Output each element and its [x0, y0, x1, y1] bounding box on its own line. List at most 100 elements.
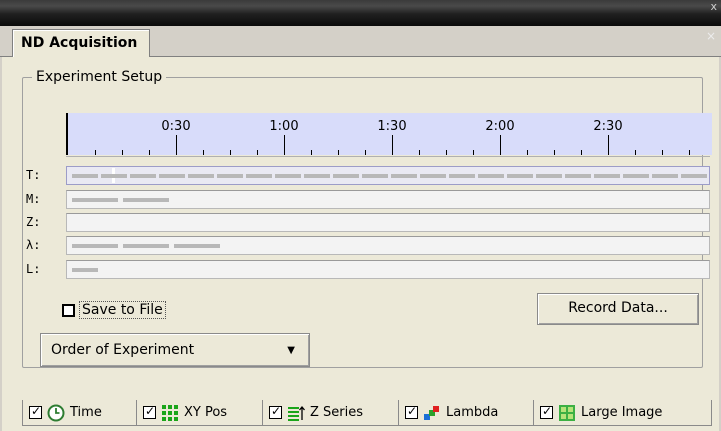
row-label-t: T:	[26, 168, 41, 182]
track-segment	[246, 174, 272, 178]
timeline-label: 1:30	[377, 119, 407, 134]
large-image-enable-checkbox[interactable]: ✓	[540, 404, 553, 419]
time-enable-checkbox[interactable]: ✓	[29, 404, 42, 419]
window-titlebar: x	[0, 0, 721, 26]
tab-z-series-label: Z Series	[310, 405, 364, 420]
track-segment	[72, 244, 118, 248]
track-lambda[interactable]	[66, 236, 710, 255]
timeline-tick	[500, 135, 501, 155]
large-image-icon	[559, 404, 575, 421]
track-segment	[565, 174, 591, 178]
timeline-tick	[203, 150, 204, 155]
timeline-tick	[149, 150, 150, 155]
timeline-tick	[473, 150, 474, 155]
track-segment	[275, 174, 301, 178]
timeline-tick	[446, 150, 447, 155]
save-to-file-box[interactable]	[62, 303, 75, 317]
track-time[interactable]	[66, 166, 710, 185]
timeline-tick	[95, 150, 96, 155]
track-segment	[123, 244, 169, 248]
window-close-icon[interactable]: x	[710, 1, 717, 12]
z-stack-icon	[288, 405, 305, 421]
save-to-file-label[interactable]: Save to File	[79, 301, 166, 319]
tab-lambda-label: Lambda	[446, 405, 499, 420]
lambda-enable-checkbox[interactable]: ✓	[405, 404, 418, 419]
chevron-down-icon: ▼	[287, 345, 295, 356]
timeline-tick	[689, 150, 690, 155]
track-segment	[72, 198, 118, 202]
timeline-tick	[365, 150, 366, 155]
tab-large-image[interactable]: ✓ Large Image	[533, 400, 712, 426]
track-segment	[652, 174, 678, 178]
check-icon: ✓	[270, 404, 282, 418]
track-segment	[391, 174, 417, 178]
timeline-tick	[581, 150, 582, 155]
grid-icon	[162, 404, 178, 421]
timeline-tick	[311, 150, 312, 155]
record-data-button[interactable]: Record Data...	[537, 293, 699, 325]
tab-lambda[interactable]: ✓ Lambda	[398, 400, 534, 426]
timeline-label: 2:30	[593, 119, 623, 134]
timeline-tick	[635, 150, 636, 155]
timeline-ruler[interactable]: 0:30 1:00 1:30 2:00 2:30	[66, 113, 712, 155]
timeline-tick	[257, 150, 258, 155]
timeline-axis	[66, 156, 710, 157]
timeline-tick	[662, 150, 663, 155]
track-segment	[101, 174, 127, 178]
track-segment	[333, 174, 359, 178]
track-segment	[449, 174, 475, 178]
tab-z-series[interactable]: ✓ Z Series	[262, 400, 399, 426]
save-to-file-checkbox[interactable]: Save to File	[62, 301, 166, 319]
track-segment	[681, 174, 707, 178]
timeline-tick	[122, 150, 123, 155]
clock-icon	[47, 404, 65, 421]
track-segment	[420, 174, 446, 178]
experiment-setup-legend: Experiment Setup	[32, 69, 167, 85]
row-label-lambda: λ:	[26, 238, 41, 252]
timeline-label: 2:00	[485, 119, 515, 134]
order-of-experiment-label: Order of Experiment	[51, 342, 195, 358]
check-icon: ✓	[406, 404, 418, 418]
timeline-tick	[554, 150, 555, 155]
order-of-experiment-dropdown[interactable]: Order of Experiment ▼	[40, 333, 310, 367]
timeline-tick	[392, 135, 393, 155]
track-segment	[478, 174, 504, 178]
tab-xy-pos[interactable]: ✓ XY Pos	[136, 400, 263, 426]
timeline-tick	[176, 135, 177, 155]
timeline-tick	[419, 150, 420, 155]
track-large-image[interactable]	[66, 260, 710, 279]
check-icon: ✓	[541, 404, 553, 418]
track-segment	[304, 174, 330, 178]
track-segment	[159, 174, 185, 178]
row-label-z: Z:	[26, 215, 41, 229]
row-label-m: M:	[26, 192, 41, 206]
tab-time-label: Time	[70, 405, 102, 420]
timeline-tick	[230, 150, 231, 155]
tab-close-icon[interactable]: ×	[706, 29, 716, 43]
timeline-label: 1:00	[269, 119, 299, 134]
track-segment	[594, 174, 620, 178]
timeline-tick	[284, 135, 285, 155]
track-xy-pos[interactable]	[66, 190, 710, 209]
track-segment	[507, 174, 533, 178]
track-segment	[174, 244, 220, 248]
nd-acquisition-panel: Experiment Setup 0:30 1:00 1:30 2:00 2:3…	[2, 57, 719, 431]
track-segment	[362, 174, 388, 178]
tab-xy-pos-label: XY Pos	[184, 405, 228, 420]
lambda-icon	[424, 405, 439, 420]
track-segment	[72, 174, 98, 178]
track-segment	[188, 174, 214, 178]
check-icon: ✓	[30, 404, 42, 418]
tab-time[interactable]: ✓ Time	[22, 400, 137, 426]
track-segment	[72, 268, 98, 272]
row-label-l: L:	[26, 262, 41, 276]
check-icon: ✓	[144, 404, 156, 418]
xy-pos-enable-checkbox[interactable]: ✓	[143, 404, 156, 419]
track-segment	[536, 174, 562, 178]
z-series-enable-checkbox[interactable]: ✓	[269, 404, 282, 419]
track-segment	[123, 198, 169, 202]
track-z-series[interactable]	[66, 213, 710, 232]
tab-nd-acquisition[interactable]: ND Acquisition	[12, 29, 151, 57]
timeline-tick	[527, 150, 528, 155]
timeline-tick	[338, 150, 339, 155]
